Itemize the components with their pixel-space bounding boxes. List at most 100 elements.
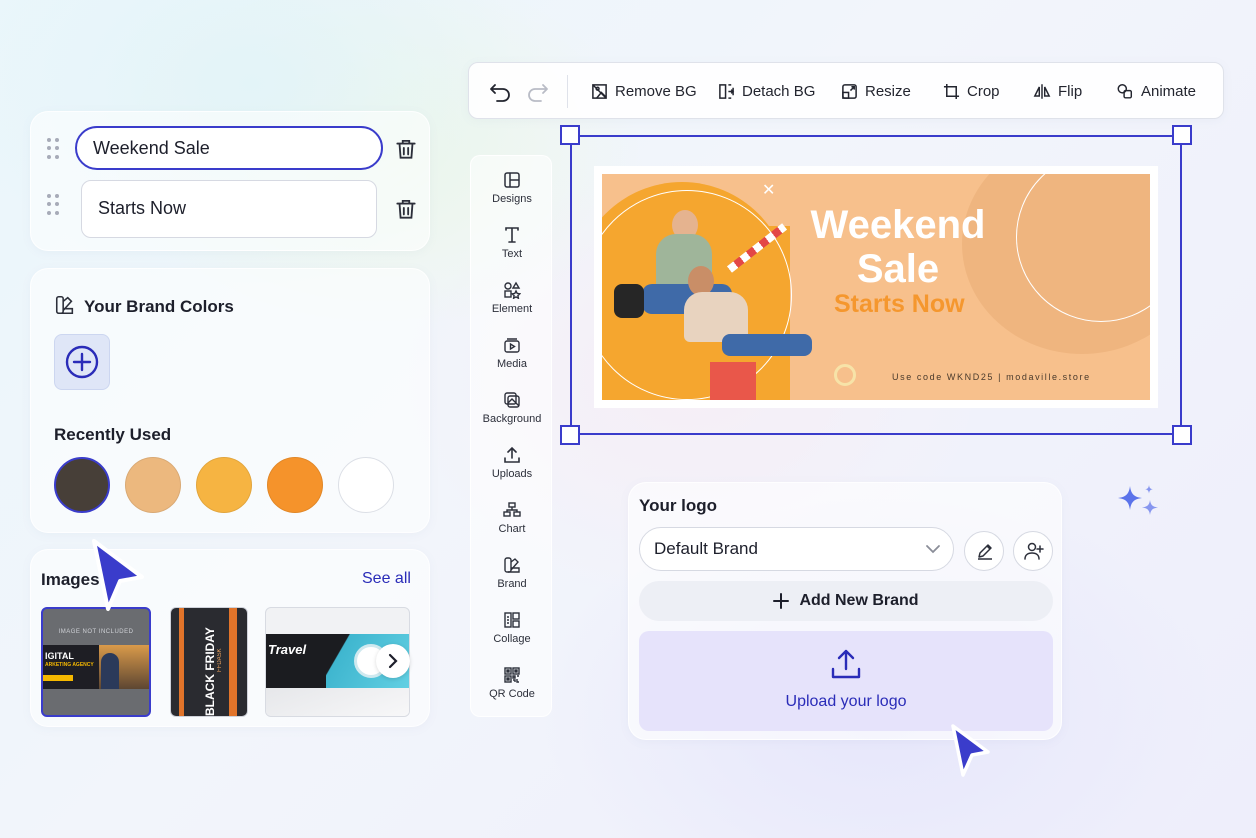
- nav-item-background[interactable]: Background: [471, 391, 553, 446]
- text-layers-panel: Weekend Sale Starts Now: [30, 111, 430, 251]
- text-layer-row: Weekend Sale: [31, 124, 431, 174]
- banner-headline: Sale: [856, 247, 940, 291]
- plus-icon: [773, 593, 790, 609]
- thumbnail-caption: IMAGE NOT INCLUDED: [58, 629, 134, 635]
- trash-icon[interactable]: [393, 196, 419, 222]
- animate-label: Animate: [1141, 83, 1197, 100]
- nav-label: QR Code: [489, 688, 535, 700]
- banner-frame[interactable]: ✕ Weekend Sale Starts Now Use code WKND2…: [594, 166, 1158, 408]
- thumbnail-text: Travel: [268, 642, 307, 657]
- flip-icon: [1033, 84, 1051, 99]
- resize-label: Resize: [865, 83, 911, 100]
- share-brand-button[interactable]: [1013, 531, 1053, 571]
- banner-footer: Use code WKND25 | modaville.store: [892, 372, 1091, 382]
- upload-icon: [831, 649, 861, 679]
- see-all-link[interactable]: See all: [362, 570, 411, 588]
- text-layer-row: Starts Now: [31, 180, 431, 238]
- banner-subhead: Starts Now: [834, 290, 965, 318]
- color-swatch[interactable]: [338, 457, 394, 513]
- nav-label: Collage: [493, 633, 531, 645]
- person-illustration: [614, 284, 644, 318]
- drag-handle-icon[interactable]: [47, 194, 59, 216]
- resize-button[interactable]: Resize: [841, 63, 911, 120]
- qr-code-icon: [504, 667, 520, 683]
- nav-item-uploads[interactable]: Uploads: [471, 446, 553, 501]
- nav-item-brand[interactable]: Brand: [471, 556, 553, 611]
- resize-handle-top-right[interactable]: [1172, 125, 1192, 145]
- trash-icon[interactable]: [393, 136, 419, 162]
- chart-icon: [503, 502, 521, 517]
- nav-label: Media: [497, 358, 527, 370]
- background-icon: [504, 392, 520, 408]
- thumbnail-text: ARKETING AGENCY: [45, 662, 94, 668]
- flip-label: Flip: [1058, 83, 1083, 100]
- color-swatch[interactable]: [196, 457, 252, 513]
- plus-circle-icon: [65, 345, 99, 379]
- resize-handle-top-left[interactable]: [560, 125, 580, 145]
- add-new-brand-button[interactable]: Add New Brand: [639, 581, 1053, 621]
- cursor-arrow-icon: [951, 724, 990, 777]
- brand-select[interactable]: Default Brand: [639, 527, 954, 571]
- upload-logo-label: Upload your logo: [785, 693, 907, 710]
- chevron-down-icon: [926, 545, 940, 554]
- nav-label: Text: [501, 248, 523, 260]
- color-swatch[interactable]: [125, 457, 181, 513]
- animate-icon: [1117, 84, 1133, 99]
- undo-icon[interactable]: [489, 82, 511, 102]
- edit-brand-button[interactable]: [964, 531, 1004, 571]
- banner-decor-ring: [834, 364, 856, 386]
- remove-bg-button[interactable]: Remove BG: [591, 63, 697, 120]
- logo-title: Your logo: [639, 496, 718, 515]
- nav-item-designs[interactable]: Designs: [471, 171, 553, 226]
- next-arrow-button[interactable]: [376, 644, 410, 678]
- color-swatch[interactable]: [267, 457, 323, 513]
- resize-handle-bottom-left[interactable]: [560, 425, 580, 445]
- resize-handle-bottom-right[interactable]: [1172, 425, 1192, 445]
- text-layer-input[interactable]: Starts Now: [81, 180, 377, 238]
- add-new-brand-label: Add New Brand: [799, 592, 919, 609]
- add-user-icon: [1024, 542, 1044, 560]
- thumbnail-text: IGITAL: [45, 651, 74, 661]
- person-illustration: [722, 334, 812, 356]
- image-thumbnail[interactable]: BLACK FRIDAY FFDASK: [170, 607, 248, 717]
- crop-button[interactable]: Crop: [943, 63, 1000, 120]
- text-layer-input[interactable]: Weekend Sale: [75, 126, 383, 170]
- flip-button[interactable]: Flip: [1033, 63, 1082, 120]
- logo-panel: Your logo Default Brand Add New Brand Up…: [628, 482, 1062, 740]
- nav-item-media[interactable]: Media: [471, 336, 553, 391]
- toolbar-separator: [567, 75, 568, 108]
- brand-select-value: Default Brand: [654, 539, 758, 558]
- upload-icon: [504, 446, 520, 463]
- nav-label: Background: [482, 413, 542, 425]
- thumbnail-text: FFDASK: [217, 648, 223, 672]
- sparkle-icon: [1118, 485, 1158, 515]
- image-thumbnail[interactable]: IMAGE NOT INCLUDED IGITAL ARKETING AGENC…: [41, 607, 151, 717]
- add-color-button[interactable]: [54, 334, 110, 390]
- drag-handle-icon[interactable]: [47, 138, 59, 160]
- nav-item-element[interactable]: Element: [471, 281, 553, 336]
- color-swatch[interactable]: [54, 457, 110, 513]
- thumbnail-text: BLACK FRIDAY: [203, 627, 217, 716]
- collage-icon: [504, 612, 520, 628]
- designs-icon: [504, 172, 520, 188]
- resize-icon: [842, 84, 857, 99]
- element-icon: [504, 281, 521, 299]
- upload-logo-dropzone[interactable]: Upload your logo: [639, 631, 1053, 731]
- close-x-decor-icon: ✕: [762, 182, 776, 199]
- redo-icon[interactable]: [527, 82, 549, 102]
- nav-item-collage[interactable]: Collage: [471, 611, 553, 666]
- media-icon: [504, 338, 520, 353]
- nav-item-chart[interactable]: Chart: [471, 501, 553, 556]
- nav-label: Element: [491, 303, 533, 315]
- chevron-right-icon: [388, 653, 398, 669]
- toolbar: Remove BG Detach BG Resize Crop Flip Ani…: [468, 62, 1224, 119]
- side-nav: Designs Text Element Media Background Up…: [470, 155, 552, 717]
- nav-item-qr-code[interactable]: QR Code: [471, 666, 553, 721]
- palette-icon: [55, 295, 74, 315]
- detach-bg-button[interactable]: Detach BG: [718, 63, 815, 120]
- animate-button[interactable]: Animate: [1116, 63, 1196, 120]
- recently-used-title: Recently Used: [54, 425, 172, 444]
- nav-label: Designs: [492, 193, 532, 205]
- nav-item-text[interactable]: Text: [471, 226, 553, 281]
- crop-icon: [943, 83, 960, 100]
